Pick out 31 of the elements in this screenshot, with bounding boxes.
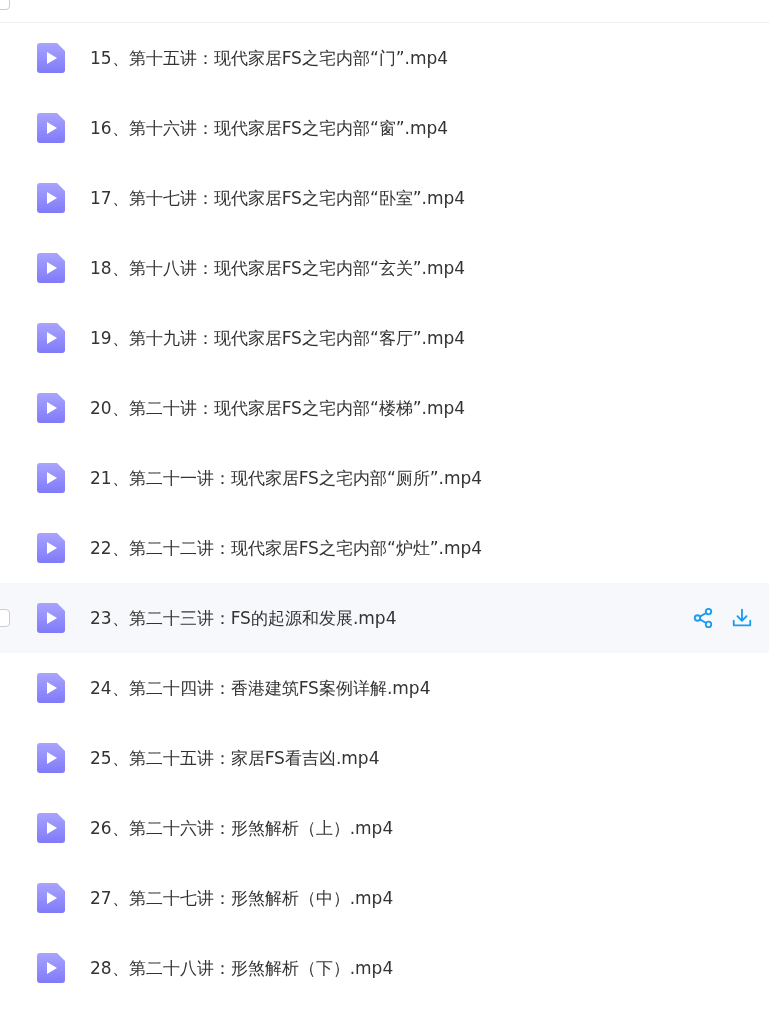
file-name[interactable]: 20、第二十讲：现代家居FS之宅内部“楼梯”.mp4 <box>90 396 466 420</box>
video-file-icon <box>37 253 65 283</box>
file-name[interactable]: 22、第二十二讲：现代家居FS之宅内部“炉灶”.mp4 <box>90 536 483 560</box>
download-icon[interactable] <box>731 607 753 629</box>
video-file-icon <box>37 183 65 213</box>
file-name[interactable]: 18、第十八讲：现代家居FS之宅内部“玄关”.mp4 <box>90 256 466 280</box>
file-name[interactable]: 25、第二十五讲：家居FS看吉凶.mp4 <box>90 746 380 770</box>
video-file-icon <box>37 113 65 143</box>
video-file-icon <box>37 743 65 773</box>
file-name[interactable]: 28、第二十八讲：形煞解析（下）.mp4 <box>90 956 394 980</box>
video-file-icon <box>37 813 65 843</box>
file-name[interactable]: 15、第十五讲：现代家居FS之宅内部“门”.mp4 <box>90 46 449 70</box>
video-file-icon <box>37 463 65 493</box>
video-file-icon <box>37 323 65 353</box>
video-file-icon <box>37 393 65 423</box>
file-name[interactable]: 21、第二十一讲：现代家居FS之宅内部“厕所”.mp4 <box>90 466 483 490</box>
file-name[interactable]: 19、第十九讲：现代家居FS之宅内部“客厅”.mp4 <box>90 326 466 350</box>
file-name[interactable]: 17、第十七讲：现代家居FS之宅内部“卧室”.mp4 <box>90 186 466 210</box>
video-file-icon <box>37 953 65 983</box>
file-name[interactable]: 27、第二十七讲：形煞解析（中）.mp4 <box>90 886 394 910</box>
video-file-icon <box>37 883 65 913</box>
video-file-icon <box>37 603 65 633</box>
video-file-icon <box>37 533 65 563</box>
video-file-icon <box>37 673 65 703</box>
file-name[interactable]: 24、第二十四讲：香港建筑FS案例详解.mp4 <box>90 676 431 700</box>
file-row[interactable]: 23、第二十三讲：FS的起源和发展.mp4 <box>0 583 769 653</box>
file-name[interactable]: 16、第十六讲：现代家居FS之宅内部“窗”.mp4 <box>90 116 449 140</box>
video-file-icon <box>37 43 65 73</box>
file-name[interactable]: 26、第二十六讲：形煞解析（上）.mp4 <box>90 816 394 840</box>
file-name[interactable]: 23、第二十三讲：FS的起源和发展.mp4 <box>90 606 397 630</box>
share-icon[interactable] <box>692 607 714 629</box>
